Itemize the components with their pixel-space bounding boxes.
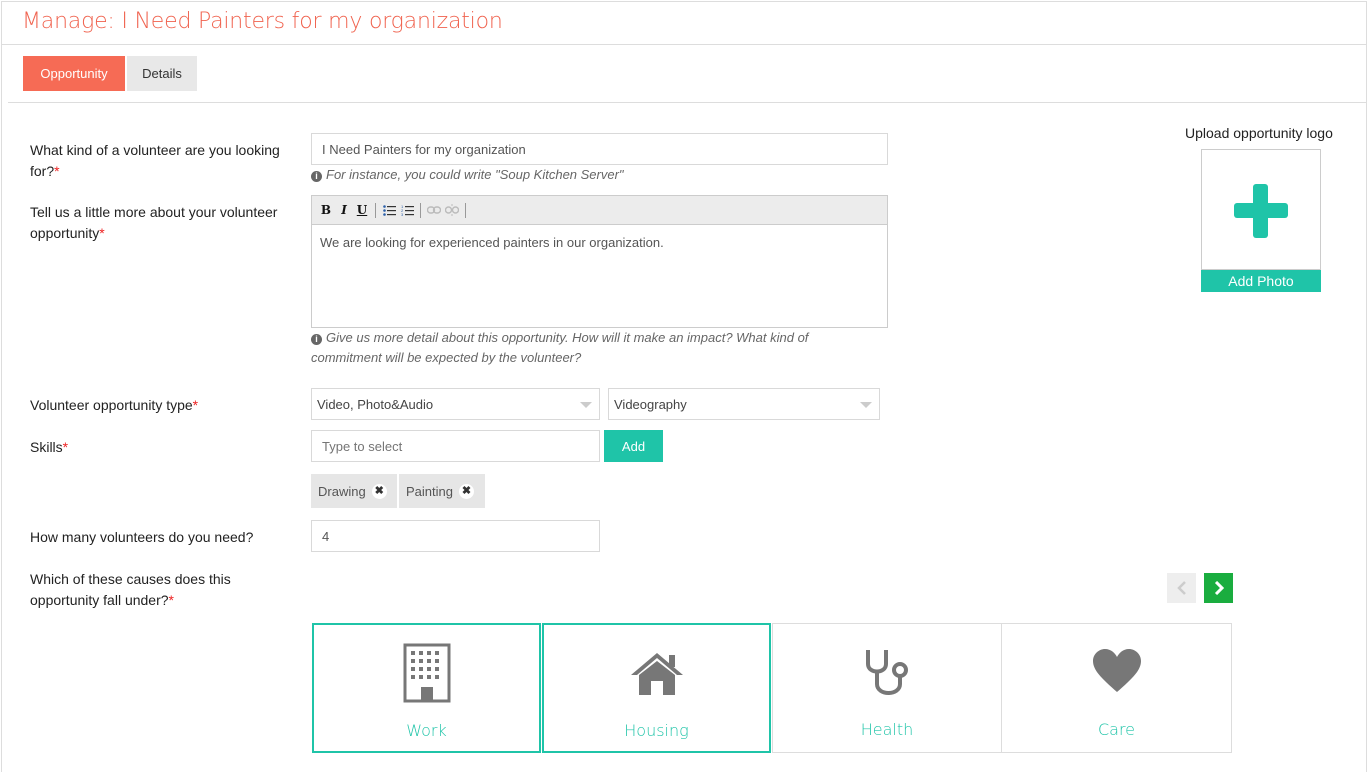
chevron-down-icon [860,402,872,408]
add-photo-button[interactable]: Add Photo [1201,270,1321,292]
cause-card-care[interactable]: Care [1001,623,1232,753]
skills-input[interactable] [311,430,600,462]
info-icon: i [311,171,322,182]
chevron-down-icon [580,402,592,408]
numbered-list-icon[interactable]: 123 [400,202,414,218]
house-icon [630,653,683,695]
plus-icon [1234,203,1288,218]
bullet-list-icon[interactable] [382,202,396,218]
volunteer-kind-input[interactable]: I Need Painters for my organization [311,133,888,165]
building-icon [403,643,450,703]
description-hint: i Give us more detail about this opportun… [311,330,809,365]
opportunity-type-select[interactable]: Video, Photo&Audio [311,388,600,420]
underline-button[interactable]: U [355,202,369,218]
description-editor[interactable]: B I U 123 We are looking for experienced… [311,195,888,328]
tab-opportunity[interactable]: Opportunity [23,56,125,91]
description-text[interactable]: We are looking for experienced painters … [312,225,887,260]
volunteer-kind-hint: i For instance, you could write "Soup Kit… [311,165,624,185]
cause-label: Work [406,721,447,740]
heart-icon [1092,649,1141,692]
opportunity-type-label: Volunteer opportunity type* [30,397,199,413]
svg-text:3: 3 [401,212,404,216]
cause-label: Care [1097,720,1136,739]
unlink-icon[interactable] [445,202,459,218]
bold-button[interactable]: B [319,202,333,218]
volunteers-count-input[interactable]: 4 [311,520,600,552]
skill-chip-label: Painting [406,483,453,499]
divider [1,44,1366,45]
toolbar-separator [465,202,466,218]
cause-card-housing[interactable]: Housing [542,623,771,753]
divider [8,102,1366,103]
add-skill-button[interactable]: Add [604,430,663,462]
cause-card-health[interactable]: Health [772,623,1002,753]
skills-label: Skills* [30,439,69,455]
close-icon[interactable]: ✖ [458,483,474,499]
chevron-right-icon [1214,581,1224,595]
opportunity-subtype-select[interactable]: Videography [608,388,880,420]
cause-label: Housing [624,721,689,740]
skill-chip: Drawing ✖ [311,474,397,508]
cause-label: Health [860,720,914,739]
page-title: Manage: I Need Painters for my organizat… [22,9,503,34]
volunteers-count-label: How many volunteers do you need? [30,529,254,545]
logo-upload-area[interactable] [1201,149,1321,270]
cause-card-work[interactable]: Work [312,623,541,753]
toolbar-separator [420,202,421,218]
description-label: Tell us a little more about your volunte… [30,204,278,241]
editor-toolbar: B I U 123 [312,196,887,225]
stethoscope-icon [866,650,908,695]
info-icon: i [311,334,322,345]
skill-chip: Painting ✖ [399,474,485,508]
volunteer-kind-label: What kind of a volunteer are you looking… [30,142,280,179]
previous-button[interactable] [1167,573,1196,603]
logo-upload-label: Upload opportunity logo [1185,125,1333,141]
tab-details[interactable]: Details [127,56,197,91]
toolbar-separator [375,202,376,218]
next-button[interactable] [1204,573,1233,603]
link-icon[interactable] [427,202,441,218]
italic-button[interactable]: I [337,202,351,218]
close-icon[interactable]: ✖ [371,483,387,499]
causes-label: Which of these causes does this opportun… [30,571,231,608]
skill-chip-label: Drawing [318,483,366,499]
